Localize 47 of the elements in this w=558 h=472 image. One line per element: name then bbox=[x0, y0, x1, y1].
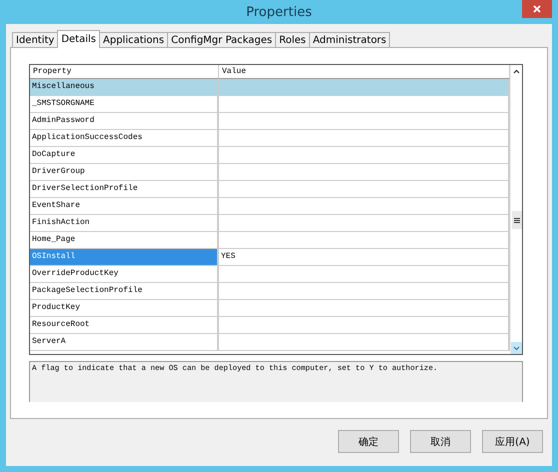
property-cell[interactable]: Home_Page bbox=[30, 232, 219, 249]
property-cell[interactable]: EventShare bbox=[30, 198, 219, 215]
tab[interactable]: Administrators bbox=[308, 32, 390, 48]
property-cell[interactable]: ServerA bbox=[30, 334, 219, 351]
tab[interactable]: ConfigMgr Packages bbox=[167, 32, 276, 48]
property-cell[interactable]: PackageSelectionProfile bbox=[30, 283, 219, 300]
value-cell[interactable] bbox=[219, 266, 510, 283]
column-header: Property bbox=[30, 65, 219, 79]
property-cell[interactable]: ApplicationSuccessCodes bbox=[30, 130, 219, 147]
value-cell[interactable] bbox=[219, 232, 510, 249]
grip-icon bbox=[514, 218, 520, 222]
tab[interactable]: Details bbox=[57, 30, 100, 48]
property-cell[interactable]: OverrideProductKey bbox=[30, 266, 219, 283]
property-cell[interactable]: DriverSelectionProfile bbox=[30, 181, 219, 198]
value-cell[interactable] bbox=[219, 164, 510, 181]
dialog-button[interactable]: 应用(A) bbox=[482, 430, 543, 453]
scrollbar[interactable] bbox=[510, 65, 522, 354]
value-cell[interactable] bbox=[219, 283, 510, 300]
value-cell[interactable] bbox=[219, 147, 510, 164]
property-cell[interactable]: AdminPassword bbox=[30, 113, 219, 130]
scroll-thumb[interactable] bbox=[512, 211, 522, 229]
value-cell[interactable] bbox=[219, 215, 510, 232]
value-cell[interactable] bbox=[219, 113, 510, 130]
dialog-button[interactable]: 取消 bbox=[410, 430, 471, 453]
property-cell[interactable]: ResourceRoot bbox=[30, 317, 219, 334]
property-cell[interactable]: _SMSTSORGNAME bbox=[30, 96, 219, 113]
value-cell[interactable] bbox=[219, 79, 510, 96]
value-cell[interactable] bbox=[219, 300, 510, 317]
column-header: Value bbox=[219, 65, 510, 79]
property-cell[interactable]: DriverGroup bbox=[30, 164, 219, 181]
close-button[interactable] bbox=[522, 0, 552, 18]
property-cell[interactable]: DoCapture bbox=[30, 147, 219, 164]
property-cell[interactable]: ProductKey bbox=[30, 300, 219, 317]
value-cell[interactable] bbox=[219, 334, 510, 351]
dialog-button[interactable]: 确定 bbox=[338, 430, 399, 453]
category-cell[interactable]: Miscellaneous bbox=[30, 79, 219, 96]
value-cell[interactable] bbox=[219, 96, 510, 113]
value-cell[interactable] bbox=[219, 181, 510, 198]
value-cell[interactable]: YES bbox=[219, 249, 510, 266]
window-title: Properties bbox=[246, 4, 312, 20]
value-cell[interactable] bbox=[219, 130, 510, 147]
tab[interactable]: Applications bbox=[99, 32, 168, 48]
value-cell[interactable] bbox=[219, 317, 510, 334]
value-cell[interactable] bbox=[219, 198, 510, 215]
tab[interactable]: Identity bbox=[12, 32, 58, 48]
property-cell[interactable]: FinishAction bbox=[30, 215, 219, 232]
close-icon bbox=[533, 5, 541, 13]
